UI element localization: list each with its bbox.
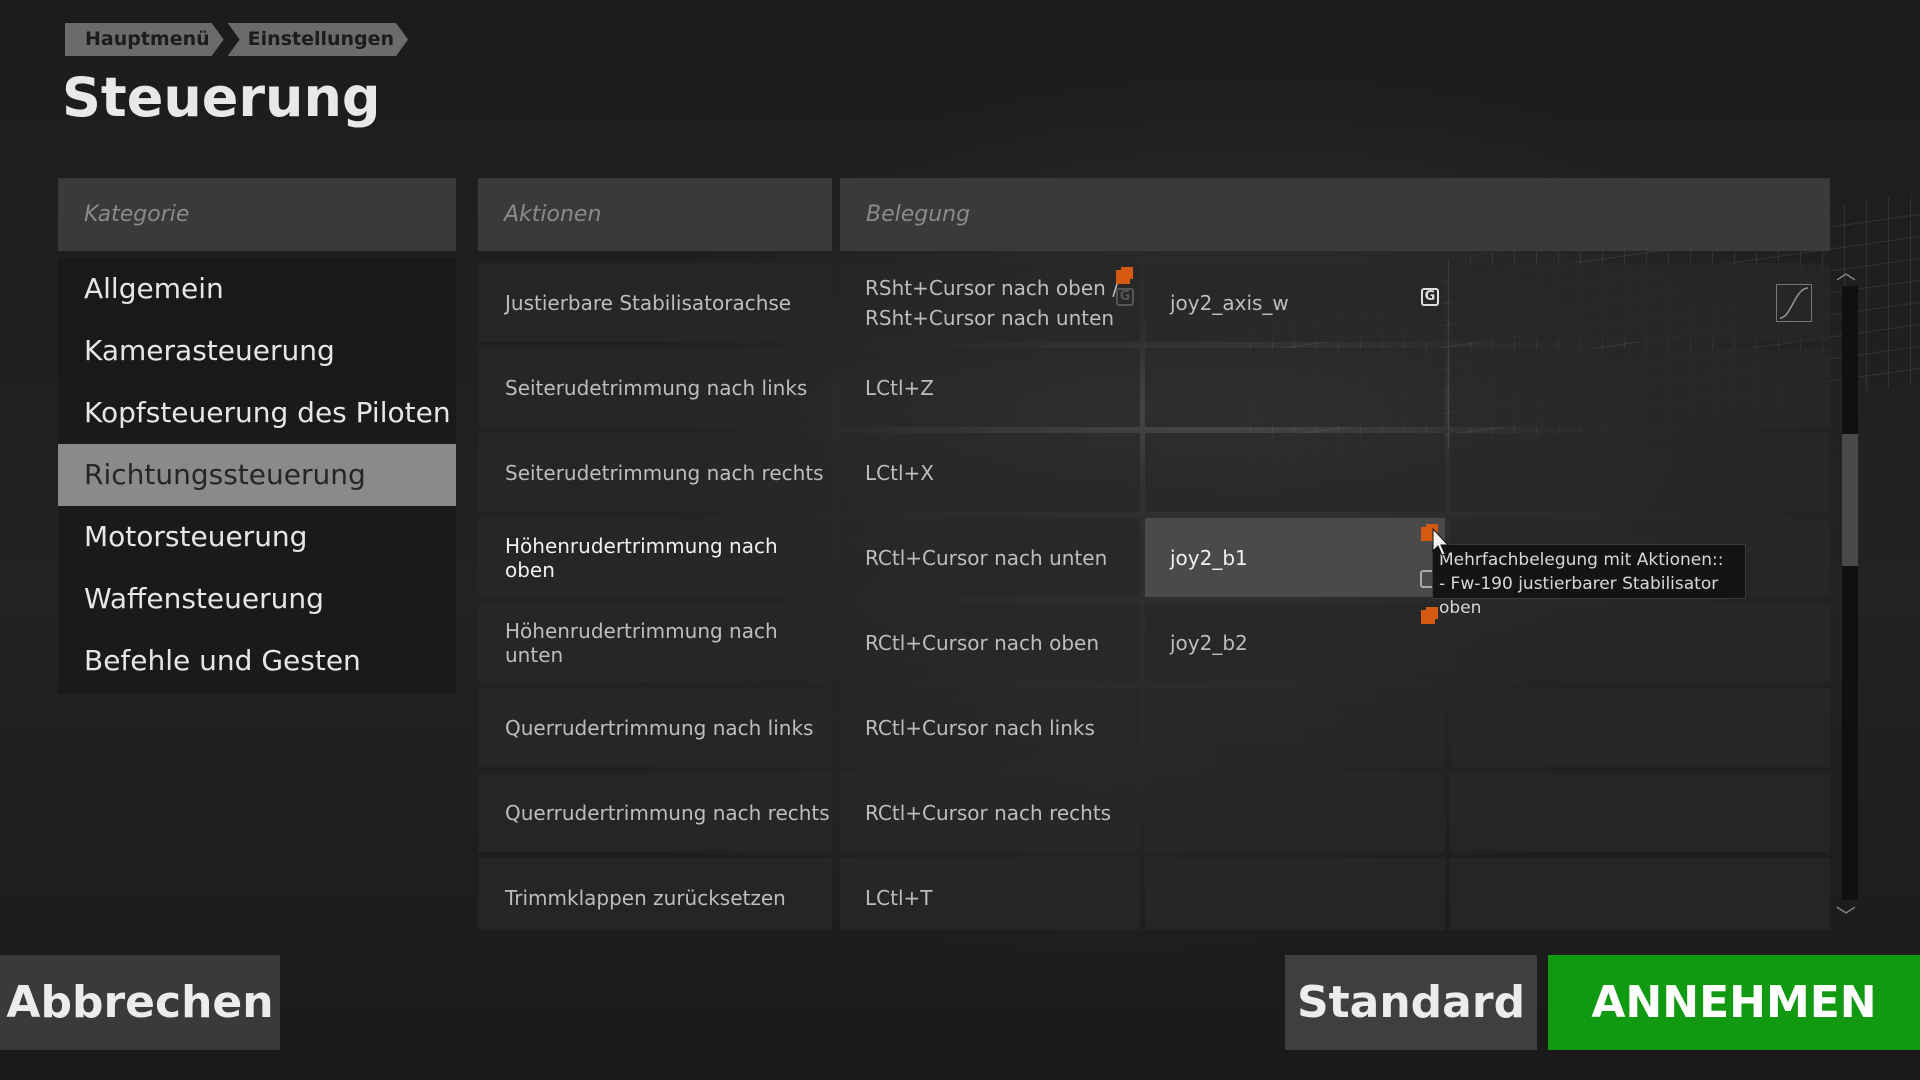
binding-slot-1[interactable]: LCtl+T (840, 858, 1140, 930)
action-label: Seiterudetrimmung nach rechts (478, 433, 832, 512)
binding-slot-3[interactable] (1450, 688, 1830, 767)
scrollbar-track[interactable] (1842, 286, 1858, 900)
action-label: Querrudertrimmung nach rechts (478, 773, 832, 852)
scroll-down-icon[interactable]: ﹀ (1836, 900, 1856, 929)
table-row: Seiterudetrimmung nach links LCtl+Z (478, 345, 1830, 430)
category-item-befehle-gesten[interactable]: Befehle und Gesten (58, 630, 456, 692)
breadcrumb-settings[interactable]: Einstellungen (228, 23, 408, 56)
category-item-allgemein[interactable]: Allgemein (58, 258, 456, 320)
cancel-button[interactable]: Abbrechen (0, 955, 280, 1050)
category-item-kopfsteuerung[interactable]: Kopfsteuerung des Piloten (58, 382, 456, 444)
action-label: Justierbare Stabilisatorachse (478, 263, 832, 342)
binding-slot-2[interactable] (1145, 688, 1445, 767)
breadcrumb: Hauptmenü Einstellungen (65, 23, 412, 56)
binding-slot-3[interactable] (1450, 348, 1830, 427)
table-row: Justierbare Stabilisatorachse RSht+Curso… (478, 260, 1830, 345)
binding-slot-3[interactable] (1450, 773, 1830, 852)
binding-slot-1[interactable]: RCtl+Cursor nach links (840, 688, 1140, 767)
binding-slot-3[interactable] (1450, 263, 1830, 342)
binding-slot-1[interactable]: LCtl+X (840, 433, 1140, 512)
action-label: Höhenrudertrimmung nach unten (478, 603, 832, 682)
binding-column-header: Belegung (840, 178, 1830, 251)
binding-slot-1[interactable]: RCtl+Cursor nach unten (840, 518, 1140, 597)
category-item-kamerasteuerung[interactable]: Kamerasteuerung (58, 320, 456, 382)
action-label: Seiterudetrimmung nach links (478, 348, 832, 427)
binding-slot-2[interactable] (1145, 348, 1445, 427)
binding-slot-2[interactable] (1145, 773, 1445, 852)
action-label: Trimmklappen zurücksetzen (478, 858, 832, 930)
binding-slot-1-line1: RSht+Cursor nach oben / (865, 275, 1119, 300)
conflict-icon[interactable] (1421, 610, 1435, 624)
breadcrumb-main-menu[interactable]: Hauptmenü (65, 23, 224, 56)
table-row: Querrudertrimmung nach links RCtl+Cursor… (478, 685, 1830, 770)
default-button[interactable]: Standard (1285, 955, 1537, 1050)
conflict-icon[interactable] (1116, 270, 1130, 284)
category-item-richtungssteuerung[interactable]: Richtungssteuerung (58, 444, 456, 506)
table-row: Trimmklappen zurücksetzen LCtl+T (478, 855, 1830, 930)
mouse-cursor-icon (1432, 528, 1450, 556)
binding-slot-1[interactable]: RCtl+Cursor nach rechts (840, 773, 1140, 852)
binding-slot-1[interactable]: RCtl+Cursor nach oben (840, 603, 1140, 682)
category-header: Kategorie (58, 178, 456, 251)
binding-slot-2[interactable]: joy2_b1 (1145, 518, 1445, 597)
category-list: Allgemein Kamerasteuerung Kopfsteuerung … (58, 258, 456, 694)
invert-axis-icon[interactable]: G (1421, 288, 1439, 306)
binding-slot-2[interactable] (1145, 433, 1445, 512)
swap-icon[interactable]: G (1116, 288, 1134, 306)
tooltip-line-1: Mehrfachbelegung mit Aktionen:: (1439, 550, 1724, 570)
axis-curve-icon[interactable] (1776, 284, 1812, 322)
table-row: Seiterudetrimmung nach rechts LCtl+X (478, 430, 1830, 515)
accept-button[interactable]: ANNEHMEN (1548, 955, 1920, 1050)
scrollbar-thumb[interactable] (1842, 434, 1858, 566)
category-item-motorsteuerung[interactable]: Motorsteuerung (58, 506, 456, 568)
action-label: Höhenrudertrimmung nach oben (478, 518, 832, 597)
actions-column-header: Aktionen (478, 178, 832, 251)
scroll-up-icon[interactable]: ︿ (1836, 256, 1856, 285)
binding-slot-1[interactable]: RSht+Cursor nach oben / RSht+Cursor nach… (840, 263, 1140, 342)
tooltip-line-2: - Fw-190 justierbarer Stabilisator oben (1439, 574, 1719, 618)
binding-slot-2[interactable]: joy2_b2 (1145, 603, 1445, 682)
conflict-tooltip: Mehrfachbelegung mit Aktionen:: - Fw-190… (1432, 544, 1746, 618)
binding-slot-1[interactable]: LCtl+Z (840, 348, 1140, 427)
binding-slot-2[interactable]: joy2_axis_w (1145, 263, 1445, 342)
binding-slot-3[interactable] (1450, 433, 1830, 512)
category-item-waffensteuerung[interactable]: Waffensteuerung (58, 568, 456, 630)
binding-slot-2[interactable] (1145, 858, 1445, 930)
binding-slot-3[interactable] (1450, 858, 1830, 930)
page-title: Steuerung (62, 66, 381, 129)
table-row: Querrudertrimmung nach rechts RCtl+Curso… (478, 770, 1830, 855)
action-label: Querrudertrimmung nach links (478, 688, 832, 767)
binding-slot-1-line2: RSht+Cursor nach unten (865, 305, 1115, 330)
